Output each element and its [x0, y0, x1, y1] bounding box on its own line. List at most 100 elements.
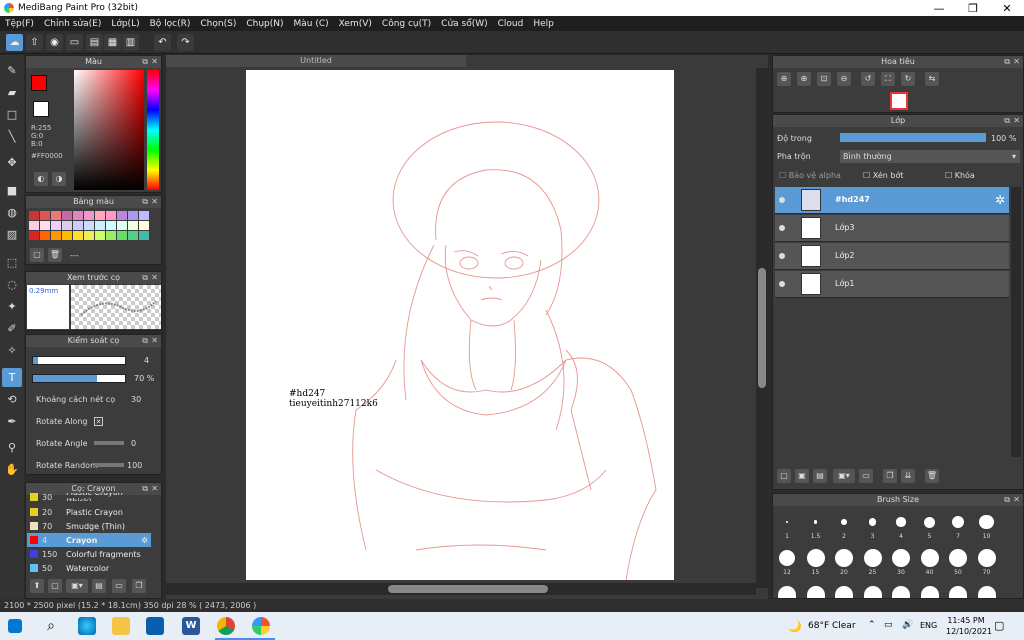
copy-layer-icon[interactable]: ▤: [813, 469, 827, 483]
brush-size-dot[interactable]: [806, 549, 825, 567]
volume-icon[interactable]: 🔊: [902, 620, 913, 630]
brush-size-dot[interactable]: [835, 586, 853, 598]
palette-swatch[interactable]: [106, 221, 116, 230]
palette-swatch[interactable]: [29, 221, 39, 230]
rotate-left-icon[interactable]: ↺: [861, 72, 875, 86]
rectangle-tool-icon[interactable]: □: [2, 105, 22, 124]
palette-swatch[interactable]: [117, 231, 127, 240]
palette-swatch[interactable]: [117, 221, 127, 230]
visibility-icon[interactable]: [779, 225, 785, 231]
detach-icon[interactable]: ⧉: [1004, 115, 1010, 127]
hand-tool-icon[interactable]: ✋: [2, 460, 22, 479]
edge-icon[interactable]: [78, 617, 96, 635]
flip-icon[interactable]: ⇆: [925, 72, 939, 86]
panels-icon[interactable]: ▥: [122, 34, 139, 51]
text-tool-icon[interactable]: T: [2, 368, 22, 387]
menu-window[interactable]: Cửa sổ(W): [436, 19, 492, 29]
palette-swatch[interactable]: [40, 231, 50, 240]
palette-swatch[interactable]: [117, 211, 127, 220]
hue-slider[interactable]: [147, 70, 159, 190]
eyedropper-icon[interactable]: ⚲: [2, 438, 22, 457]
fill-rect-icon[interactable]: ■: [2, 181, 22, 200]
comment-icon[interactable]: ◉: [46, 34, 63, 51]
brush-menu-icon[interactable]: ▣▾: [66, 579, 88, 593]
chrome-icon[interactable]: [217, 617, 235, 635]
close-icon[interactable]: ✕: [151, 272, 158, 284]
menu-capture[interactable]: Chụp(N): [241, 19, 288, 29]
menu-layer[interactable]: Lớp(L): [106, 19, 144, 29]
upload-icon[interactable]: ⇧: [26, 34, 43, 51]
file-explorer-icon[interactable]: [112, 617, 130, 635]
new-layer-alt-icon[interactable]: ▣: [795, 469, 809, 483]
notification-icon[interactable]: ▢: [994, 619, 1004, 632]
gradient-tool-icon[interactable]: ▨: [2, 225, 22, 244]
layer-scrollbar[interactable]: [1011, 187, 1021, 457]
network-icon[interactable]: ▭: [884, 620, 893, 630]
speech-bubble-icon[interactable]: ▭: [66, 34, 83, 51]
bucket-tool-icon[interactable]: ◍: [2, 203, 22, 222]
palette-swatch[interactable]: [29, 231, 39, 240]
layer-row[interactable]: #hd247 ✲: [775, 187, 1009, 214]
brush-opacity-slider[interactable]: [32, 374, 126, 383]
menu-edit[interactable]: Chỉnh sửa(E): [39, 19, 106, 29]
color-wheel-icon[interactable]: ◐: [34, 172, 48, 186]
layer-menu-icon[interactable]: ▣▾: [833, 469, 855, 483]
scroll-thumb[interactable]: [388, 585, 548, 593]
saturation-value-picker[interactable]: [74, 70, 144, 190]
menu-filter[interactable]: Bộ lọc(R): [145, 19, 196, 29]
operation-tool-icon[interactable]: ⟲: [2, 390, 22, 409]
visibility-icon[interactable]: [779, 281, 785, 287]
layer-row[interactable]: Lớp2: [775, 243, 1009, 270]
new-palette-icon[interactable]: ▢: [30, 248, 44, 262]
brush-size-dot[interactable]: [778, 549, 796, 567]
palette-swatch[interactable]: [128, 231, 138, 240]
maximize-button[interactable]: ❐: [956, 2, 990, 15]
palette-swatch[interactable]: [84, 221, 94, 230]
palette-swatch[interactable]: [73, 231, 83, 240]
palette-swatch[interactable]: [40, 221, 50, 230]
brush-copy-icon[interactable]: ▤: [92, 579, 106, 593]
clock[interactable]: 11:45 PM 12/10/2021: [946, 615, 992, 637]
palette-swatch[interactable]: [62, 211, 72, 220]
document-icon[interactable]: ▤: [86, 34, 103, 51]
brush-size-dot[interactable]: [868, 518, 877, 526]
rotate-angle-slider[interactable]: [94, 441, 124, 445]
brush-size-dot[interactable]: [924, 516, 935, 528]
palette-swatch[interactable]: [29, 211, 39, 220]
lock-checkbox[interactable]: ☐ Khóa: [945, 171, 975, 180]
select-eraser-icon[interactable]: ✧: [2, 341, 22, 360]
brush-new-icon[interactable]: ▢: [48, 579, 62, 593]
foreground-color-swatch[interactable]: [31, 75, 47, 91]
brush-size-dot[interactable]: [977, 586, 996, 598]
palette-swatch[interactable]: [51, 231, 61, 240]
menu-color[interactable]: Màu (C): [289, 19, 334, 29]
brush-size-dot[interactable]: [835, 549, 853, 567]
minimize-button[interactable]: —: [922, 2, 956, 15]
move-tool-icon[interactable]: ✥: [2, 153, 22, 172]
brush-size-dot[interactable]: [806, 586, 825, 598]
folder-icon[interactable]: ▭: [859, 469, 873, 483]
rotate-right-icon[interactable]: ↻: [901, 72, 915, 86]
menu-cloud[interactable]: Cloud: [493, 19, 529, 29]
palette-swatch[interactable]: [139, 231, 149, 240]
palette-swatch[interactable]: [95, 231, 105, 240]
detach-icon[interactable]: ⧉: [142, 56, 148, 68]
brush-size-dot[interactable]: [951, 515, 965, 529]
canvas-page[interactable]: #hd247 tieuyeitinh27112k6: [246, 70, 674, 580]
clipping-checkbox[interactable]: ☐ Xén bớt: [863, 171, 903, 180]
windows-start-icon[interactable]: [8, 619, 22, 633]
vertical-scrollbar[interactable]: [756, 68, 768, 588]
rotate-random-slider[interactable]: [94, 463, 124, 467]
detach-icon[interactable]: ⧉: [142, 196, 148, 208]
brush-add-icon[interactable]: ⬆: [30, 579, 44, 593]
palette-swatch[interactable]: [95, 211, 105, 220]
brush-size-dot[interactable]: [920, 586, 939, 598]
brush-size-dot[interactable]: [949, 586, 967, 598]
store-icon[interactable]: [146, 617, 164, 635]
close-icon[interactable]: ✕: [151, 483, 158, 495]
brush-size-dot[interactable]: [841, 519, 847, 525]
palette-swatch[interactable]: [128, 211, 138, 220]
detach-icon[interactable]: ⧉: [1004, 494, 1010, 506]
brush-size-dot[interactable]: [896, 517, 906, 527]
brush-size-dot[interactable]: [778, 586, 796, 598]
